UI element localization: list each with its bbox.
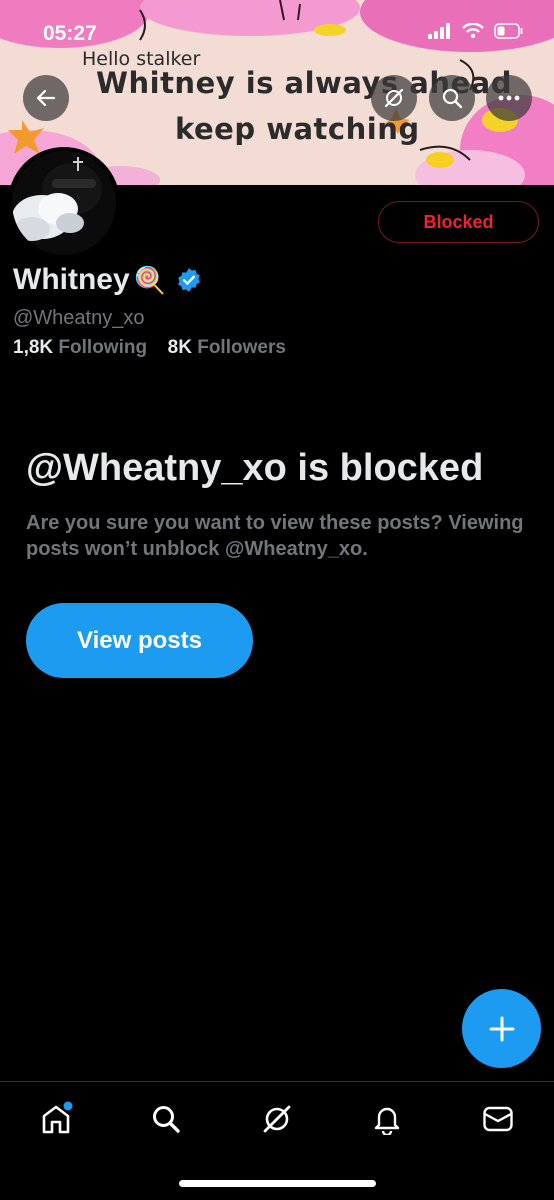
followers-label: Followers bbox=[197, 337, 286, 358]
bell-icon bbox=[374, 1107, 400, 1135]
search-profile-button[interactable] bbox=[429, 75, 475, 121]
wifi-icon bbox=[462, 23, 484, 39]
cellular-signal-icon bbox=[428, 23, 450, 39]
profile-handle: @Wheatny_xo bbox=[13, 307, 145, 329]
grok-icon bbox=[263, 1105, 291, 1133]
followers-count: 8K bbox=[167, 337, 192, 358]
mail-icon bbox=[483, 1106, 513, 1132]
display-name-text: Whitney bbox=[13, 263, 130, 296]
blocked-title: @Wheatny_xo is blocked bbox=[26, 447, 484, 489]
arrow-left-icon bbox=[36, 89, 56, 107]
status-time: 05:27 bbox=[43, 22, 97, 45]
grok-button[interactable] bbox=[371, 75, 417, 121]
home-indicator bbox=[179, 1180, 376, 1187]
blocked-description: Are you sure you want to view these post… bbox=[26, 512, 524, 560]
tab-notifications[interactable] bbox=[367, 1099, 407, 1139]
tab-grok[interactable] bbox=[257, 1099, 297, 1139]
tab-search[interactable] bbox=[146, 1099, 186, 1139]
blocked-button[interactable]: Blocked bbox=[378, 201, 539, 243]
profile-display-name: Whitney 🍭 bbox=[13, 263, 202, 297]
tab-messages[interactable] bbox=[478, 1099, 518, 1139]
search-icon bbox=[153, 1106, 180, 1133]
search-icon bbox=[442, 88, 463, 109]
follow-stats: 1,8K Following 8K Followers bbox=[13, 337, 286, 359]
home-icon bbox=[42, 1101, 73, 1134]
avatar-image bbox=[12, 151, 116, 255]
status-icons bbox=[428, 23, 524, 39]
notification-dot bbox=[63, 1101, 73, 1111]
compose-post-button[interactable] bbox=[462, 989, 541, 1068]
following-label: Following bbox=[58, 337, 148, 358]
tab-home[interactable] bbox=[36, 1099, 76, 1139]
more-dots-icon bbox=[498, 95, 520, 101]
following-count: 1,8K bbox=[13, 337, 54, 358]
back-button[interactable] bbox=[23, 75, 69, 121]
more-options-button[interactable] bbox=[486, 75, 532, 121]
status-bar: 05:27 bbox=[0, 0, 554, 60]
name-emoji: 🍭 bbox=[133, 264, 167, 295]
battery-icon bbox=[494, 23, 523, 39]
grok-icon bbox=[384, 88, 404, 108]
verified-badge-icon bbox=[178, 268, 200, 292]
avatar[interactable] bbox=[8, 147, 120, 259]
plus-icon bbox=[489, 1016, 514, 1041]
view-posts-button[interactable]: View posts bbox=[26, 603, 253, 678]
following-link[interactable]: 1,8K Following bbox=[13, 337, 152, 358]
followers-link[interactable]: 8K Followers bbox=[168, 337, 286, 358]
